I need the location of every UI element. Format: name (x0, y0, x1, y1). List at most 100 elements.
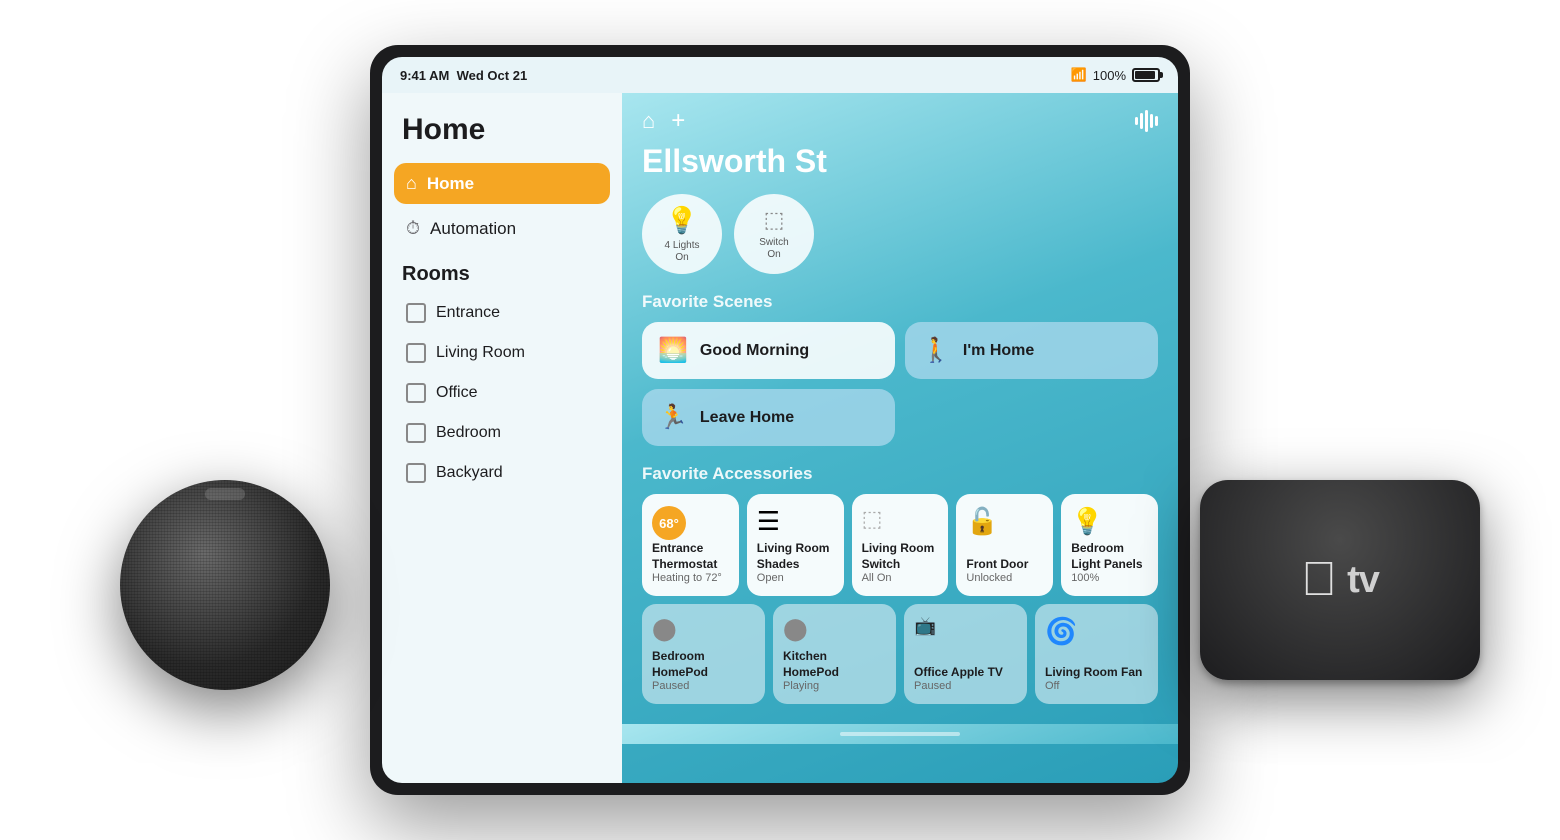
fan-status: Off (1045, 680, 1148, 692)
scenes-grid: 🌅 Good Morning 🚶 I'm Home 🏃 Leave Home (622, 322, 1178, 454)
rooms-header: Rooms (402, 263, 610, 286)
favorite-scenes-header: Favorite Scenes (622, 292, 1178, 322)
status-bar: 9:41 AM Wed Oct 21 ️📶 100% (382, 57, 1178, 93)
apple-tv-label: tv (1347, 559, 1379, 602)
sidebar-room-living-room[interactable]: Living Room (394, 334, 610, 372)
home-nav-icon[interactable]: ⌂ (642, 108, 655, 134)
light-panels-status: 100% (1071, 572, 1148, 584)
room-label-bedroom: Bedroom (436, 424, 501, 442)
add-button[interactable]: + (671, 107, 685, 135)
accessories-row-1: 68° Entrance Thermostat Heating to 72° ☰ (642, 494, 1158, 596)
bedroom-homepod-status: Paused (652, 680, 755, 692)
waveform-bar-1 (1135, 117, 1138, 125)
room-icon-office (406, 383, 426, 403)
leave-home-label: Leave Home (700, 409, 794, 427)
scene-card-im-home[interactable]: 🚶 I'm Home (905, 322, 1158, 379)
waveform-bar-5 (1155, 116, 1158, 126)
room-icon-backyard (406, 463, 426, 483)
sidebar: Home ⌂ Home ⏱ Automation Rooms Entra (382, 93, 622, 783)
battery-icon (1132, 68, 1160, 82)
switch-tile-icon: ⬚ (862, 506, 939, 532)
automation-icon: ⏱ (406, 218, 420, 239)
status-time: 9:41 AM Wed Oct 21 (400, 68, 527, 83)
homepod-mini (120, 480, 330, 690)
lights-icon: 💡 (666, 205, 698, 236)
accessory-living-room-fan[interactable]: 🌀 Living Room Fan Off (1035, 604, 1158, 704)
sidebar-automation-label: Automation (430, 219, 516, 239)
home-indicator-bar (840, 732, 960, 736)
good-morning-icon: 🌅 (658, 336, 688, 365)
waveform-bar-4 (1150, 114, 1153, 128)
scene-card-good-morning[interactable]: 🌅 Good Morning (642, 322, 895, 379)
fan-name: Living Room Fan (1045, 665, 1148, 681)
good-morning-label: Good Morning (700, 342, 809, 360)
temp-badge: 68° (652, 506, 686, 540)
accessory-office-apple-tv[interactable]: 📺 Office Apple TV Paused (904, 604, 1027, 704)
office-apple-tv-status: Paused (914, 680, 1017, 692)
kitchen-homepod-icon: ⬤ (783, 616, 886, 642)
siri-waveform[interactable] (1135, 109, 1158, 133)
shades-name: Living Room Shades (757, 541, 834, 572)
sidebar-room-bedroom[interactable]: Bedroom (394, 414, 610, 452)
quick-tile-switch[interactable]: ⬚ SwitchOn (734, 194, 814, 274)
fan-icon: 🌀 (1045, 616, 1148, 647)
switch-name: Living Room Switch (862, 541, 939, 572)
room-icon-entrance (406, 303, 426, 323)
top-bar-left: ⌂ + (642, 107, 685, 135)
sidebar-item-home[interactable]: ⌂ Home (394, 163, 610, 204)
sidebar-room-office[interactable]: Office (394, 374, 610, 412)
apple-tv-device:  tv (1200, 480, 1480, 680)
home-indicator (622, 724, 1178, 744)
wifi-icon: ️📶 (1071, 67, 1087, 83)
accessories-row-2: ⬤ Bedroom HomePod Paused ⬤ Kitche (642, 604, 1158, 704)
thermostat-name: Entrance Thermostat (652, 541, 729, 572)
sidebar-room-backyard[interactable]: Backyard (394, 454, 610, 492)
switch-icon: ⬚ (764, 207, 785, 233)
accessory-living-room-shades[interactable]: ☰ Living Room Shades Open (747, 494, 844, 596)
room-icon-living-room (406, 343, 426, 363)
shades-icon: ☰ (757, 506, 834, 537)
room-label-backyard: Backyard (436, 464, 503, 482)
quick-tile-lights[interactable]: 💡 4 LightsOn (642, 194, 722, 274)
ipad-screen: 9:41 AM Wed Oct 21 ️📶 100% Home (382, 57, 1178, 783)
scene-card-leave-home[interactable]: 🏃 Leave Home (642, 389, 895, 446)
waveform-bar-3 (1145, 110, 1148, 132)
waveform-bar-2 (1140, 113, 1143, 129)
sidebar-home-label: Home (427, 174, 474, 194)
accessory-entrance-thermostat[interactable]: 68° Entrance Thermostat Heating to 72° (642, 494, 739, 596)
leave-home-icon: 🏃 (658, 403, 688, 432)
accessories-header: Favorite Accessories (642, 464, 1158, 494)
room-label-office: Office (436, 384, 478, 402)
accessory-kitchen-homepod[interactable]: ⬤ Kitchen HomePod Playing (773, 604, 896, 704)
apple-logo-icon:  (1301, 556, 1337, 604)
home-icon: ⌂ (406, 173, 417, 194)
sidebar-item-automation[interactable]: ⏱ Automation (394, 208, 610, 249)
accessory-front-door[interactable]: 🔓 Front Door Unlocked (956, 494, 1053, 596)
scene: 9:41 AM Wed Oct 21 ️📶 100% Home (0, 0, 1560, 840)
top-bar: ⌂ + (622, 93, 1178, 143)
shades-status: Open (757, 572, 834, 584)
battery-percent: 100% (1093, 68, 1126, 83)
accessory-living-room-switch[interactable]: ⬚ Living Room Switch All On (852, 494, 949, 596)
switch-status: All On (862, 572, 939, 584)
front-door-status: Unlocked (966, 572, 1043, 584)
sidebar-room-entrance[interactable]: Entrance (394, 294, 610, 332)
thermostat-status: Heating to 72° (652, 572, 729, 584)
switch-label: SwitchOn (759, 237, 788, 261)
kitchen-homepod-status: Playing (783, 680, 886, 692)
room-label-living-room: Living Room (436, 344, 525, 362)
app-container: Home ⌂ Home ⏱ Automation Rooms Entra (382, 93, 1178, 783)
room-icon-bedroom (406, 423, 426, 443)
battery-fill (1135, 71, 1155, 79)
sidebar-title: Home (394, 113, 610, 147)
light-panels-name: Bedroom Light Panels (1071, 541, 1148, 572)
apple-tv-tile-icon: 📺 (914, 616, 1017, 637)
room-label-entrance: Entrance (436, 304, 500, 322)
im-home-icon: 🚶 (921, 336, 951, 365)
im-home-label: I'm Home (963, 342, 1034, 360)
bedroom-homepod-icon: ⬤ (652, 616, 755, 642)
quick-tiles: 💡 4 LightsOn ⬚ SwitchOn (622, 194, 1178, 292)
bedroom-homepod-name: Bedroom HomePod (652, 649, 755, 680)
accessory-bedroom-light-panels[interactable]: 💡 Bedroom Light Panels 100% (1061, 494, 1158, 596)
accessory-bedroom-homepod[interactable]: ⬤ Bedroom HomePod Paused (642, 604, 765, 704)
